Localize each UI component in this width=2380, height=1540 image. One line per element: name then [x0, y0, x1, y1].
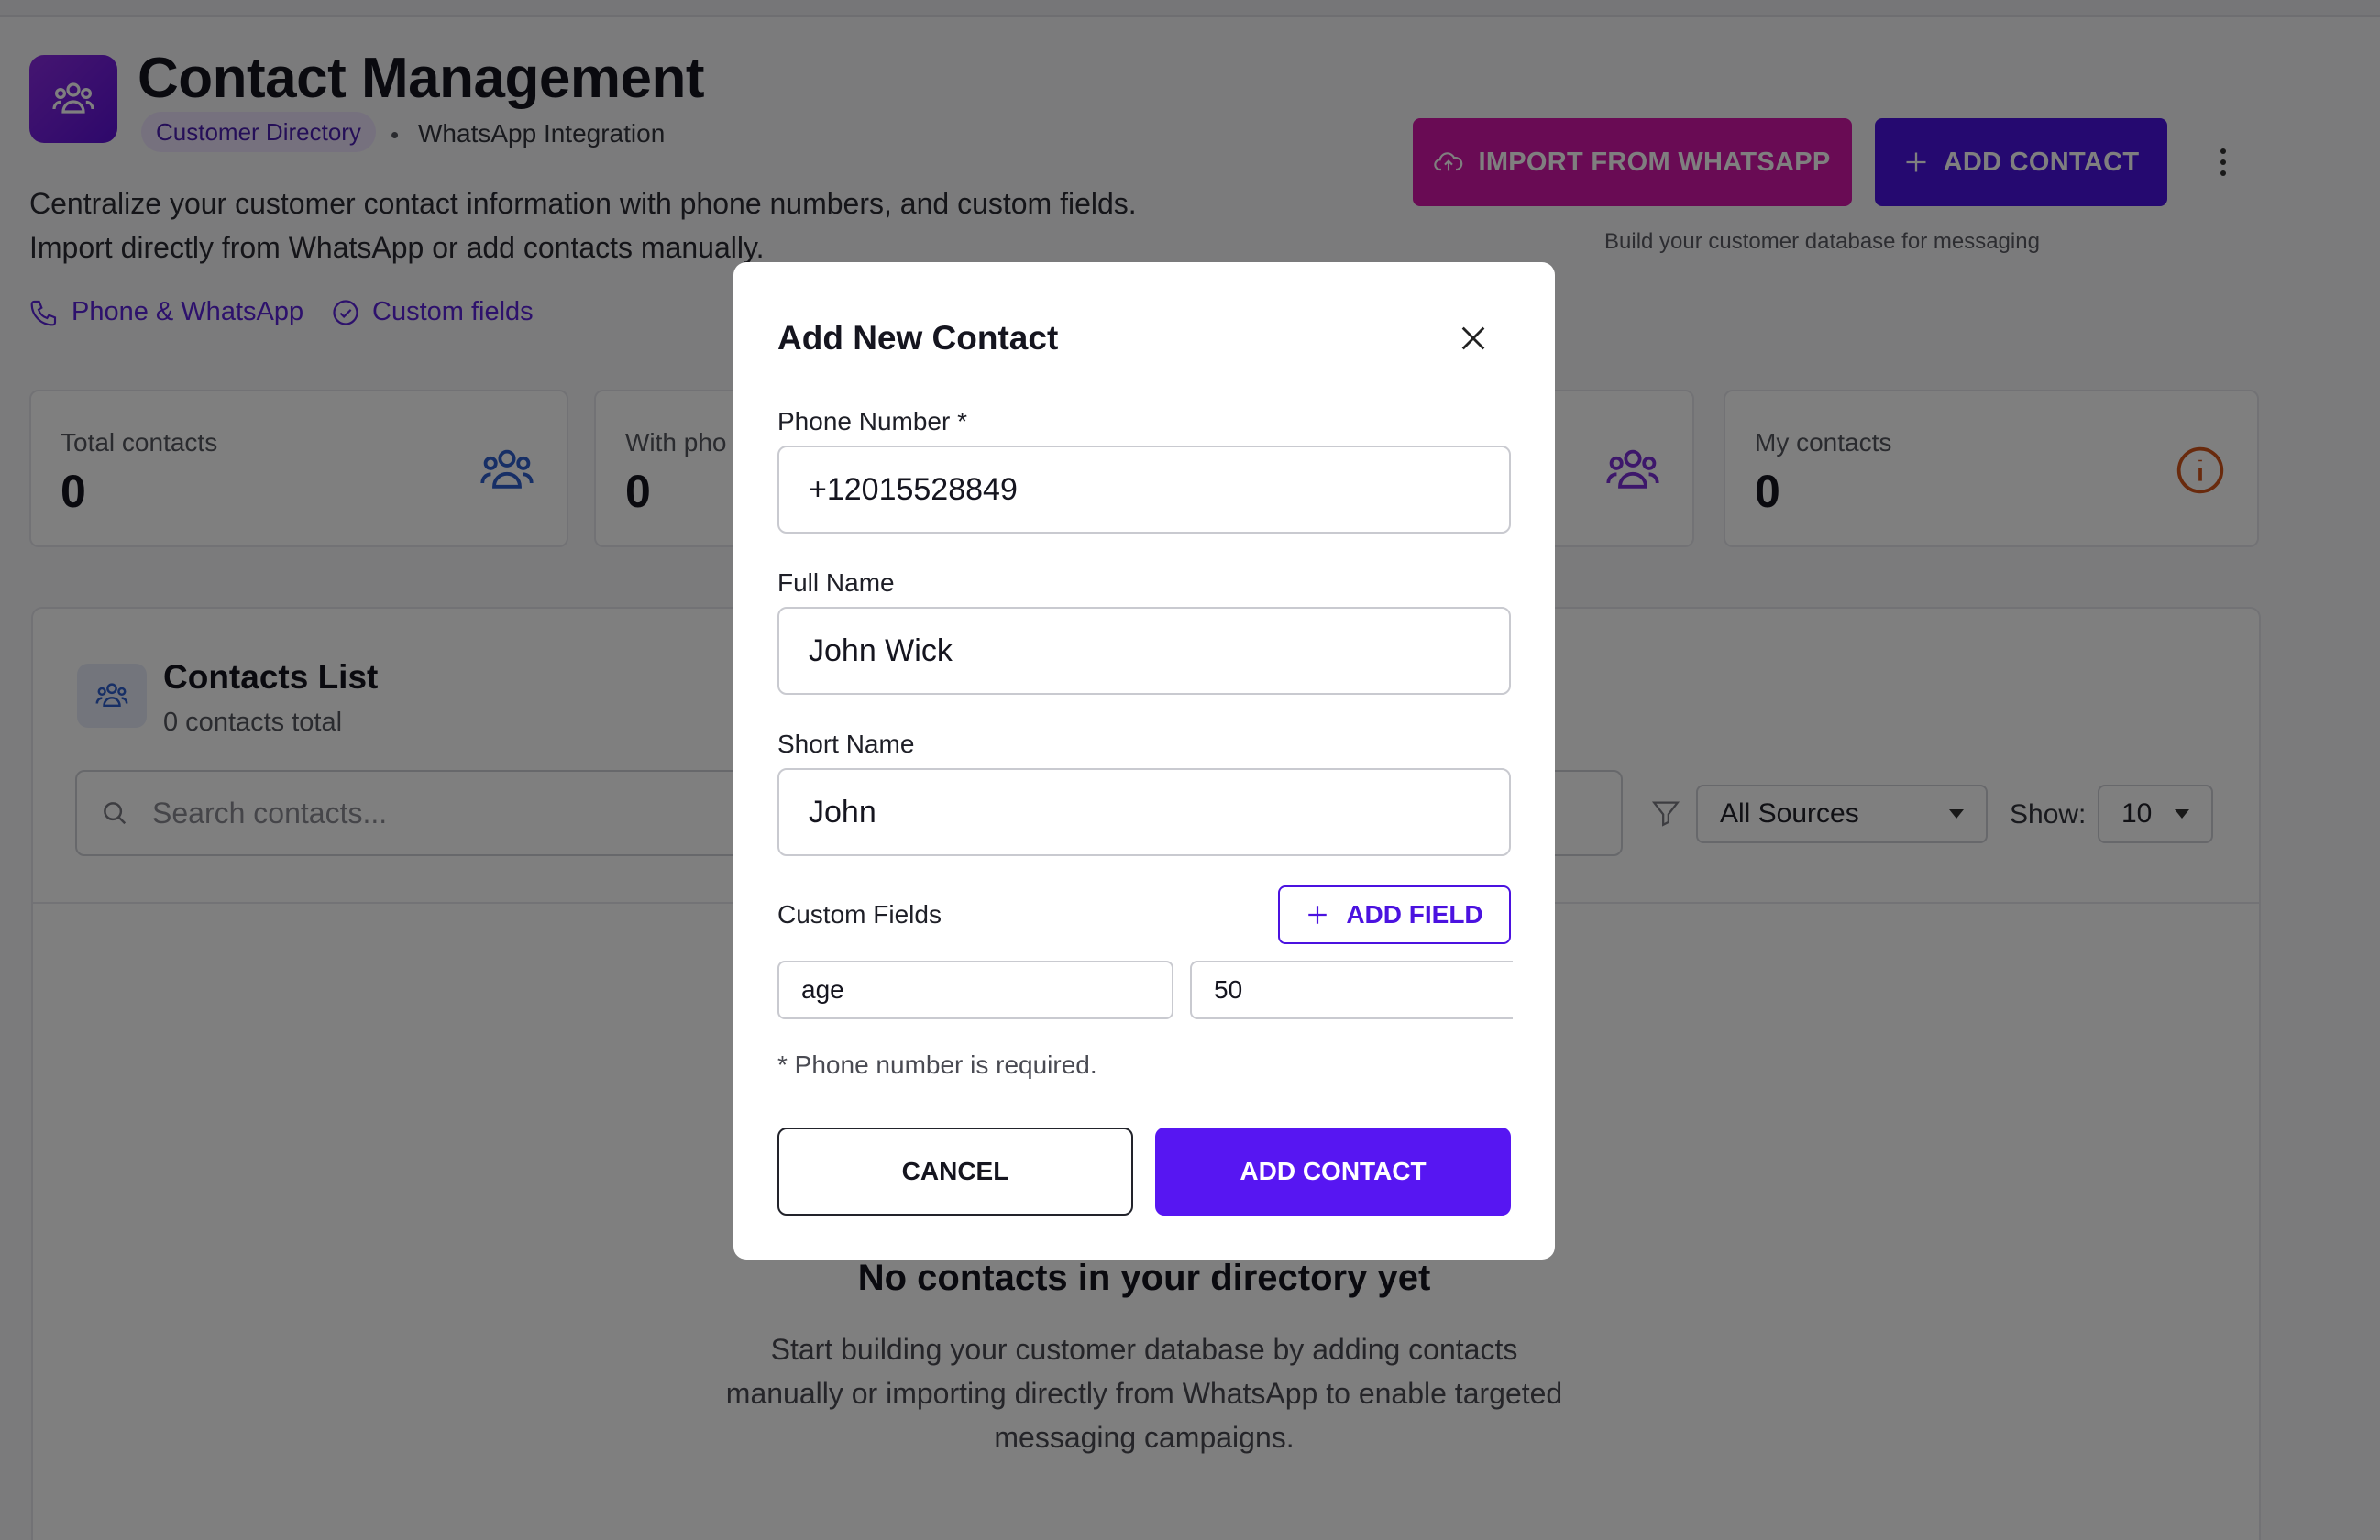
required-note: * Phone number is required. [777, 1050, 1097, 1079]
custom-field-value-input[interactable] [1190, 961, 1513, 1019]
custom-field-key-input[interactable] [777, 961, 1173, 1019]
add-field-label: ADD FIELD [1346, 900, 1483, 929]
plus-icon [1308, 906, 1328, 924]
add-contact-modal: Add New Contact Phone Number * Full Name… [733, 262, 1555, 1260]
cancel-button[interactable]: CANCEL [777, 1128, 1133, 1216]
phone-number-input[interactable] [777, 446, 1511, 534]
modal-title: Add New Contact [777, 319, 1059, 357]
short-name-label: Short Name [777, 730, 915, 758]
add-contact-submit-button[interactable]: ADD CONTACT [1155, 1128, 1511, 1216]
custom-fields-label: Custom Fields [777, 900, 942, 929]
full-name-label: Full Name [777, 568, 895, 597]
full-name-input[interactable] [777, 607, 1511, 695]
short-name-input[interactable] [777, 768, 1511, 856]
close-icon[interactable] [1458, 323, 1489, 354]
phone-label: Phone Number * [777, 407, 968, 435]
add-field-button[interactable]: ADD FIELD [1278, 886, 1511, 944]
